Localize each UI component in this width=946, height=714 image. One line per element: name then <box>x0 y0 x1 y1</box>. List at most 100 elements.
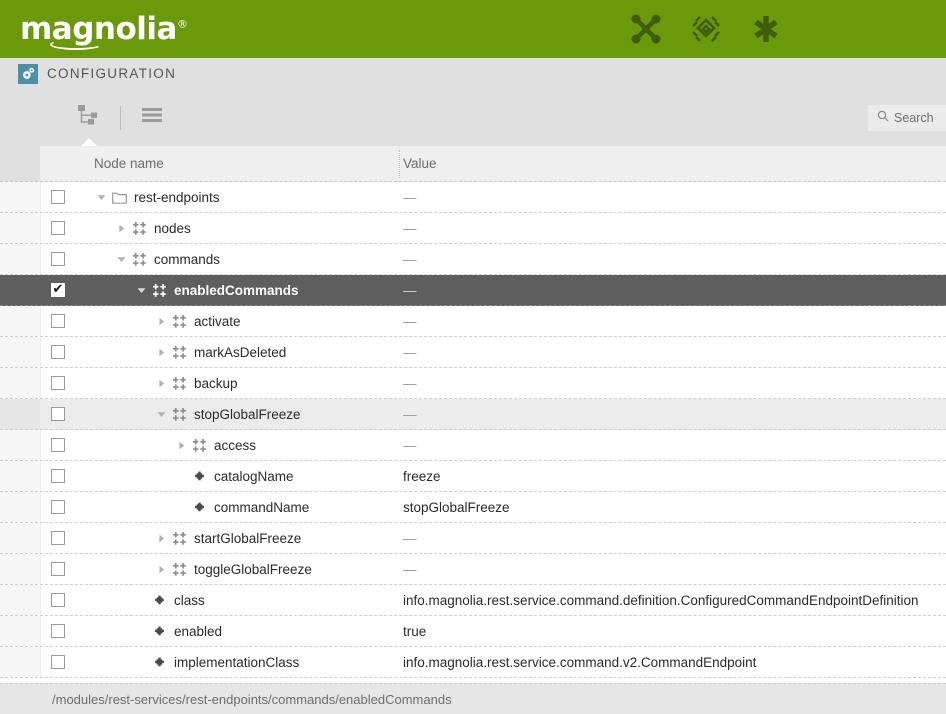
node-name-label: commands <box>154 251 221 267</box>
table-row[interactable]: enabled true <box>0 616 946 647</box>
tree-view-tab[interactable] <box>70 89 108 146</box>
table-row[interactable]: nodes — <box>0 213 946 244</box>
magnolia-logo[interactable]: magnolia® <box>20 13 188 50</box>
chevron-down-icon[interactable] <box>94 190 108 204</box>
chevron-right-icon[interactable] <box>154 562 168 576</box>
row-checkbox[interactable] <box>51 500 65 514</box>
table-row[interactable]: catalogName freeze <box>0 461 946 492</box>
row-checkbox[interactable] <box>51 469 65 483</box>
node-name-cell[interactable]: access <box>174 430 256 460</box>
node-name-cell[interactable]: implementationClass <box>134 647 299 677</box>
node-name-cell[interactable]: startGlobalFreeze <box>154 523 301 553</box>
node-name-cell[interactable]: enabled <box>134 616 222 646</box>
row-checkbox[interactable]: ✔ <box>51 283 65 297</box>
node-name-cell[interactable]: class <box>134 585 205 615</box>
chevron-down-icon[interactable] <box>134 283 148 297</box>
row-checkbox[interactable] <box>51 562 65 576</box>
row-checkbox[interactable] <box>51 221 65 235</box>
property-icon <box>151 654 167 670</box>
app-title-bar: CONFIGURATION <box>0 58 946 89</box>
search-input[interactable]: Search <box>868 104 946 131</box>
chevron-down-icon[interactable] <box>114 252 128 266</box>
pulse-icon[interactable] <box>630 14 662 44</box>
row-checkbox[interactable] <box>51 376 65 390</box>
node-name-cell[interactable]: toggleGlobalFreeze <box>154 554 312 584</box>
row-checkbox[interactable] <box>51 531 65 545</box>
table-row[interactable]: rest-endpoints — <box>0 182 946 213</box>
table-row[interactable]: toggleGlobalFreeze — <box>0 554 946 585</box>
chevron-down-icon[interactable] <box>154 407 168 421</box>
chevron-right-icon[interactable] <box>154 531 168 545</box>
node-value-cell[interactable]: — <box>403 407 417 422</box>
node-value-cell[interactable]: — <box>403 283 417 298</box>
node-value-cell[interactable]: info.magnolia.rest.service.command.v2.Co… <box>403 655 756 670</box>
node-value-cell[interactable]: info.magnolia.rest.service.command.defin… <box>403 593 919 608</box>
table-row[interactable]: class info.magnolia.rest.service.command.… <box>0 585 946 616</box>
chevron-right-icon[interactable] <box>154 314 168 328</box>
node-table: Node name Value rest-endpoints — nodes — com… <box>0 146 946 678</box>
node-value-cell[interactable]: stopGlobalFreeze <box>403 500 510 515</box>
table-row[interactable]: access — <box>0 430 946 461</box>
table-row[interactable]: commands — <box>0 244 946 275</box>
row-checkbox[interactable] <box>51 314 65 328</box>
node-name-cell[interactable]: backup <box>154 368 238 398</box>
node-value-cell[interactable]: freeze <box>403 469 441 484</box>
chevron-right-icon[interactable] <box>154 376 168 390</box>
node-value-cell[interactable]: — <box>403 345 417 360</box>
node-name-cell[interactable]: markAsDeleted <box>154 337 286 367</box>
node-value-cell[interactable]: — <box>403 252 417 267</box>
node-icon <box>191 437 207 453</box>
row-checkbox[interactable] <box>51 593 65 607</box>
node-name-cell[interactable]: nodes <box>114 213 191 243</box>
row-checkbox[interactable] <box>51 252 65 266</box>
property-icon <box>151 623 167 639</box>
row-checkbox[interactable] <box>51 345 65 359</box>
node-name-cell[interactable]: enabledCommands <box>134 275 299 305</box>
toolbar: Search <box>0 89 946 146</box>
row-checkbox[interactable] <box>51 655 65 669</box>
row-checkbox[interactable] <box>51 438 65 452</box>
node-name-cell[interactable]: rest-endpoints <box>94 182 220 212</box>
node-name-cell[interactable]: commands <box>114 244 220 274</box>
node-value-cell[interactable]: — <box>403 531 417 546</box>
property-icon <box>151 592 167 608</box>
node-icon <box>171 406 187 422</box>
table-row[interactable]: startGlobalFreeze — <box>0 523 946 554</box>
table-row[interactable]: commandName stopGlobalFreeze <box>0 492 946 523</box>
view-switcher <box>70 89 171 146</box>
node-name-cell[interactable]: stopGlobalFreeze <box>154 399 301 429</box>
table-row[interactable]: ✔ enabledCommands — <box>0 275 946 306</box>
node-value-cell[interactable]: true <box>403 624 426 639</box>
node-name-cell[interactable]: commandName <box>174 492 309 522</box>
node-name-label: toggleGlobalFreeze <box>194 561 312 577</box>
chevron-right-icon[interactable] <box>154 345 168 359</box>
node-value-cell[interactable]: — <box>403 221 417 236</box>
column-header-value[interactable]: Value <box>403 156 437 171</box>
search-placeholder: Search <box>894 110 934 125</box>
apps-icon[interactable] <box>690 14 722 44</box>
row-checkbox[interactable] <box>51 624 65 638</box>
table-row[interactable]: stopGlobalFreeze — <box>0 399 946 430</box>
node-icon <box>131 220 147 236</box>
row-checkbox[interactable] <box>51 407 65 421</box>
chevron-right-icon[interactable] <box>114 221 128 235</box>
table-row[interactable]: activate — <box>0 306 946 337</box>
node-value-cell[interactable]: — <box>403 562 417 577</box>
node-name-cell[interactable]: catalogName <box>174 461 294 491</box>
chevron-right-icon[interactable] <box>174 438 188 452</box>
table-row[interactable]: markAsDeleted — <box>0 337 946 368</box>
breadcrumb-path: /modules/rest-services/rest-endpoints/co… <box>52 691 452 707</box>
column-header-node-name[interactable]: Node name <box>94 156 164 171</box>
node-value-cell[interactable]: — <box>403 190 417 205</box>
logo-swoosh <box>50 38 102 50</box>
row-checkbox[interactable] <box>51 190 65 204</box>
node-value-cell[interactable]: — <box>403 314 417 329</box>
node-value-cell[interactable]: — <box>403 438 417 453</box>
list-view-tab[interactable] <box>133 89 171 146</box>
node-value-cell[interactable]: — <box>403 376 417 391</box>
table-row[interactable]: backup — <box>0 368 946 399</box>
favorites-icon[interactable] <box>750 14 782 44</box>
node-name-cell[interactable]: activate <box>154 306 241 336</box>
node-name-label: rest-endpoints <box>134 189 220 205</box>
table-row[interactable]: implementationClass info.magnolia.rest.se… <box>0 647 946 678</box>
